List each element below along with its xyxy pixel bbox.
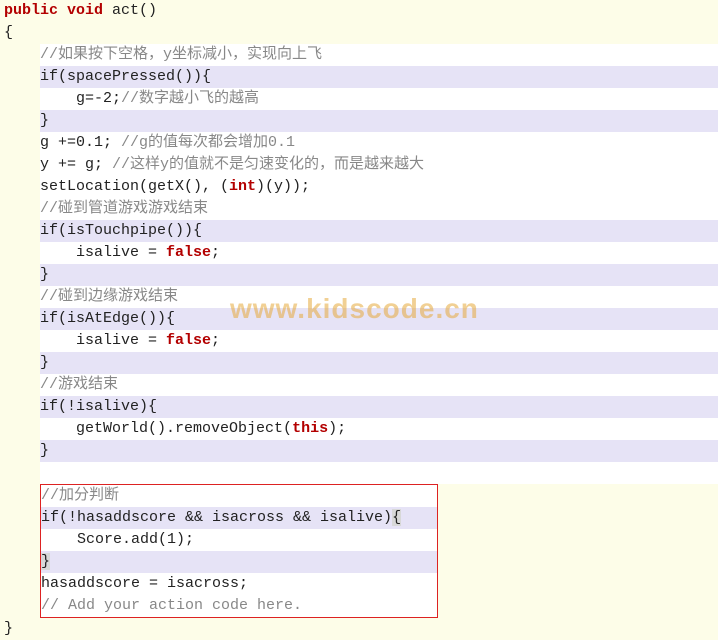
remove-a: getWorld().removeObject( <box>76 420 292 437</box>
y-plus: y += g; <box>40 156 112 173</box>
remove-b: ); <box>328 420 346 437</box>
comment-line: //加分判断 <box>41 485 437 507</box>
code-line: g=-2;//数字越小飞的越高 <box>40 88 718 110</box>
code-line: public void act() <box>0 0 718 22</box>
brace-open-selected: { <box>392 509 401 526</box>
comment: //碰到管道游戏游戏结束 <box>40 200 208 217</box>
comment: //这样y的值就不是匀速变化的，而是越来越大 <box>112 156 424 173</box>
brace-close: } <box>40 440 718 462</box>
comment: //游戏结束 <box>40 376 118 393</box>
score-add: Score.add(1); <box>77 531 194 548</box>
code-line: getWorld().removeObject(this); <box>40 418 718 440</box>
setloc-a: setLocation(getX(), ( <box>40 178 229 195</box>
keyword-int: int <box>229 178 256 195</box>
comment: //数字越小飞的越高 <box>121 90 259 107</box>
code-line: Score.add(1); <box>41 529 437 551</box>
keyword-public: public <box>4 2 58 19</box>
comment: //如果按下空格，y坐标减小，实现向上飞 <box>40 46 322 63</box>
brace-close-outer: } <box>0 618 718 640</box>
semicolon: ; <box>211 332 220 349</box>
if-score-cond: if(!hasaddscore && isacross && isalive) <box>41 509 392 526</box>
brace-open: { <box>0 22 718 44</box>
g-assign: g=-2; <box>76 90 121 107</box>
brace-close: } <box>41 551 437 573</box>
setloc-b: )(y)); <box>256 178 310 195</box>
code-line: y += g; //这样y的值就不是匀速变化的，而是越来越大 <box>40 154 718 176</box>
comment-line: //如果按下空格，y坐标减小，实现向上飞 <box>40 44 718 66</box>
code-editor: public void act() { //如果按下空格，y坐标减小，实现向上飞… <box>0 0 718 640</box>
if-space: if(spacePressed()){ <box>40 66 718 88</box>
literal-false: false <box>166 244 211 261</box>
code-text: act() <box>103 2 157 19</box>
code-line: setLocation(getX(), (int)(y)); <box>40 176 718 198</box>
comment-line: //碰到管道游戏游戏结束 <box>40 198 718 220</box>
brace-close: } <box>40 110 718 132</box>
brace-close-selected: } <box>41 553 50 570</box>
comment: //加分判断 <box>41 487 119 504</box>
comment-line: //游戏结束 <box>40 374 718 396</box>
brace-close: } <box>40 352 718 374</box>
semicolon: ; <box>211 244 220 261</box>
literal-false: false <box>166 332 211 349</box>
g-plus: g +=0.1; <box>40 134 121 151</box>
if-notalive: if(!isalive){ <box>40 396 718 418</box>
isalive-eq: isalive = <box>76 244 166 261</box>
hasaddscore-line: hasaddscore = isacross; <box>41 573 437 595</box>
comment-line: //碰到边缘游戏结束 <box>40 286 718 308</box>
keyword-void: void <box>67 2 103 19</box>
blank-line <box>40 462 718 484</box>
code-line: isalive = false; <box>40 242 718 264</box>
keyword-this: this <box>292 420 328 437</box>
comment: //碰到边缘游戏结束 <box>40 288 178 305</box>
brace-close: } <box>40 264 718 286</box>
if-touchpipe: if(isTouchpipe()){ <box>40 220 718 242</box>
if-score: if(!hasaddscore && isacross && isalive){ <box>41 507 437 529</box>
comment-line: // Add your action code here. <box>41 595 437 617</box>
comment: // Add your action code here. <box>41 597 302 614</box>
if-atedge: if(isAtEdge()){ <box>40 308 718 330</box>
isalive-eq: isalive = <box>76 332 166 349</box>
highlighted-block: //加分判断 if(!hasaddscore && isacross && is… <box>40 484 438 618</box>
comment: //g的值每次都会增加0.1 <box>121 134 295 151</box>
code-line: isalive = false; <box>40 330 718 352</box>
code-line: g +=0.1; //g的值每次都会增加0.1 <box>40 132 718 154</box>
